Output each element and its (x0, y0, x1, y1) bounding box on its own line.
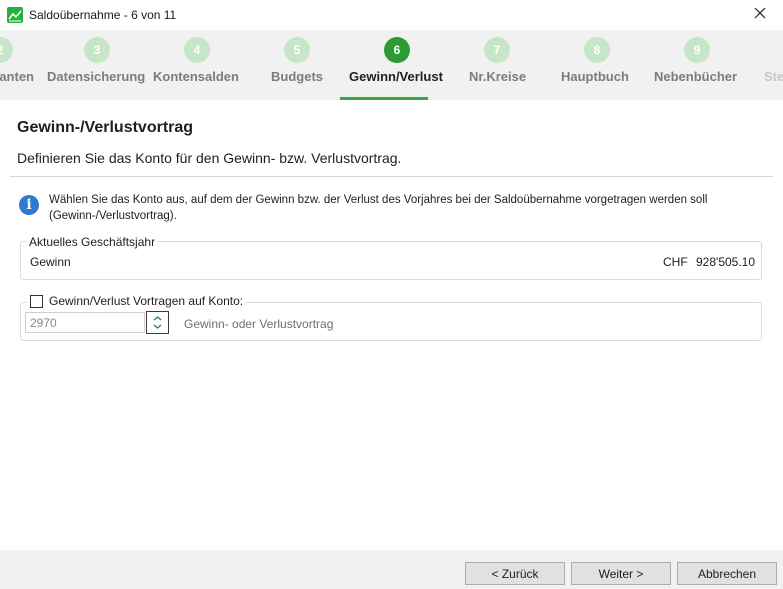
page-subtitle: Definieren Sie das Konto für den Gewinn-… (17, 150, 402, 166)
wizard-steps: 2 Kontenvarianten 3 Datensicherung 4 Kon… (0, 30, 783, 100)
window-title: Saldoübernahme - 6 von 11 (29, 8, 177, 22)
back-button[interactable]: < Zurück (465, 562, 565, 585)
step-number: 6 (384, 37, 410, 63)
step-kontensalden[interactable]: 4 Kontensalden (153, 30, 241, 98)
carryforward-checkbox-row[interactable]: Gewinn/Verlust Vortragen auf Konto: (27, 294, 247, 308)
currency-label: CHF (663, 255, 688, 269)
step-number: 9 (684, 37, 710, 63)
step-gewinn-verlust[interactable]: 6 Gewinn/Verlust (349, 30, 447, 98)
step-label: Steuern (764, 69, 783, 84)
profit-label: Gewinn (30, 255, 71, 269)
step-label: Kontenvarianten (0, 69, 34, 84)
step-label: Budgets (271, 69, 323, 84)
step-budgets[interactable]: 5 Budgets (271, 30, 325, 98)
next-button[interactable]: Weiter > (571, 562, 671, 585)
step-number: 5 (284, 37, 310, 63)
info-text: Wählen Sie das Konto aus, auf dem der Ge… (49, 194, 708, 222)
step-number: 7 (484, 37, 510, 63)
step-nr-kreise[interactable]: 7 Nr.Kreise (469, 30, 527, 98)
account-number-input[interactable] (25, 312, 145, 333)
profit-amount: 928'505.10 (696, 255, 756, 269)
step-datensicherung[interactable]: 3 Datensicherung (47, 30, 147, 98)
step-hauptbuch[interactable]: 8 Hauptbuch (561, 30, 633, 98)
info-icon: i (19, 195, 39, 215)
page-title: Gewinn-/Verlustvortrag (17, 119, 194, 136)
step-label: Datensicherung (47, 69, 146, 84)
cancel-button[interactable]: Abbrechen (677, 562, 777, 585)
close-button[interactable] (737, 0, 783, 30)
step-number: 8 (584, 37, 610, 63)
step-number: 3 (84, 37, 110, 63)
title-bar: Saldoübernahme - 6 von 11 (0, 0, 783, 30)
step-number: 4 (184, 37, 210, 63)
active-step-indicator (340, 97, 428, 100)
step-label: Nebenbücher (654, 69, 738, 84)
close-icon (754, 6, 766, 24)
carryforward-checkbox-label: Gewinn/Verlust Vortragen auf Konto: (49, 294, 244, 308)
step-label: Nr.Kreise (469, 69, 527, 84)
step-label: Gewinn/Verlust (349, 69, 443, 84)
fiscal-year-legend: Aktuelles Geschäftsjahr (27, 235, 158, 249)
step-label: Hauptbuch (561, 69, 629, 84)
step-label: Kontensalden (153, 69, 239, 84)
step-steuern[interactable]: 10 Steuern (764, 30, 783, 98)
chart-app-icon (7, 7, 23, 23)
step-number: 2 (0, 37, 13, 63)
account-description: Gewinn- oder Verlustvortrag (184, 317, 334, 331)
carryforward-checkbox[interactable] (30, 294, 43, 308)
step-nebenbuecher[interactable]: 9 Nebenbücher (654, 30, 740, 98)
account-spin-button[interactable] (146, 311, 169, 334)
step-kontenvarianten[interactable]: 2 Kontenvarianten (0, 30, 50, 98)
divider (10, 176, 773, 177)
